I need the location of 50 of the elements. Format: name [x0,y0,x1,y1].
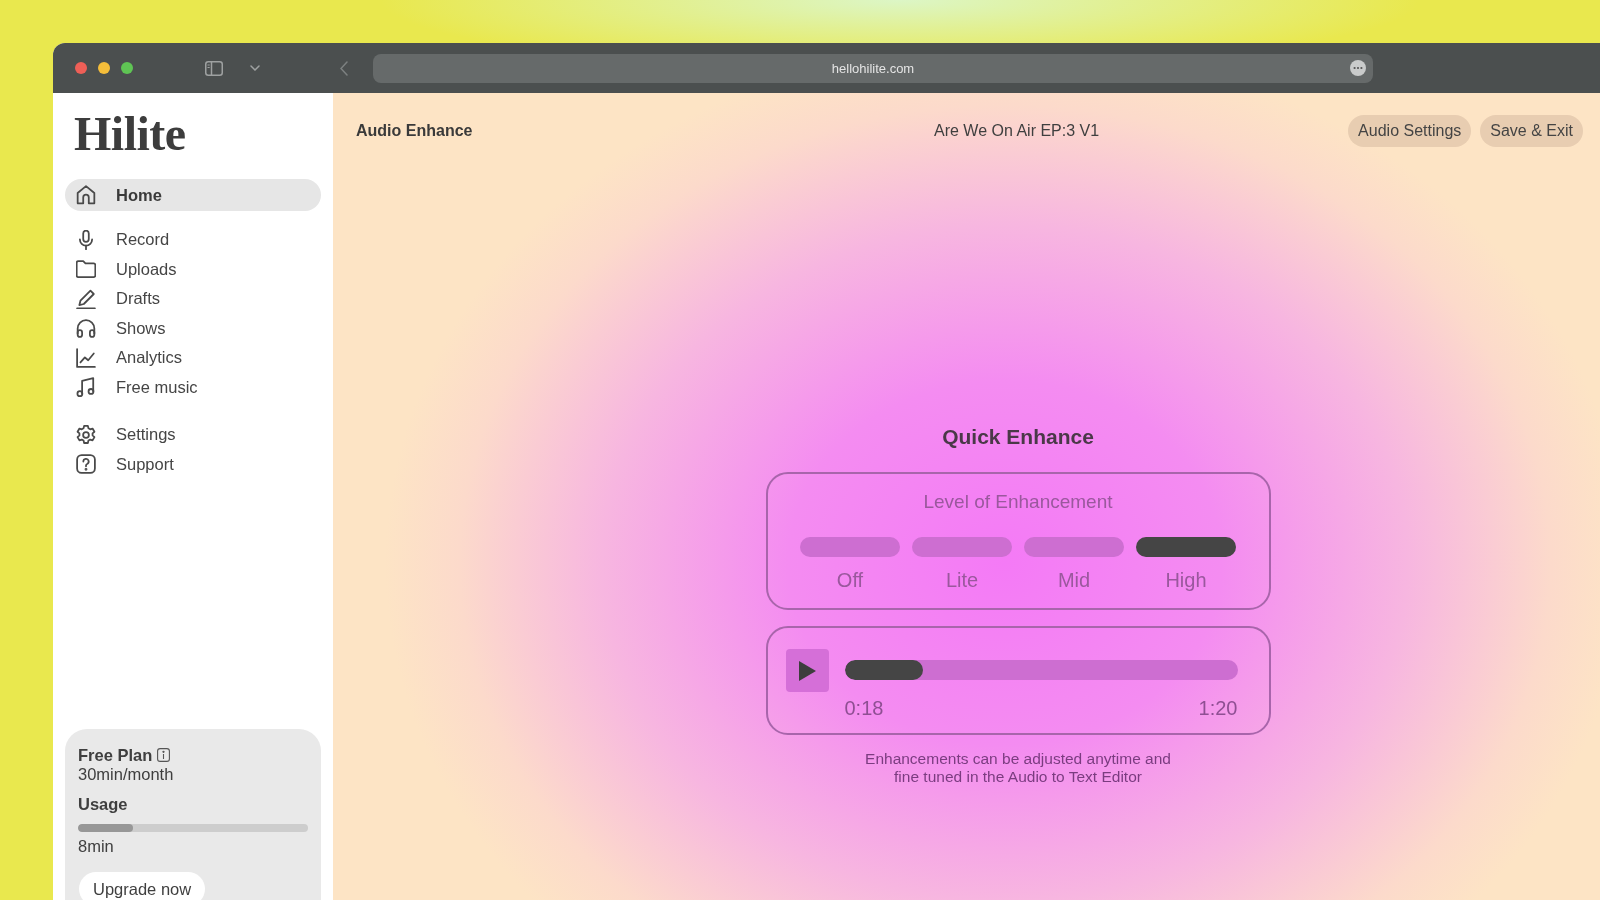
question-icon [76,454,96,475]
microphone-icon [76,229,96,250]
level-label: High [1165,568,1207,592]
project-title: Are We On Air EP:3 V1 [934,122,1100,140]
section-title: Quick Enhance [942,425,1094,449]
play-button[interactable] [785,649,829,692]
total-duration: 1:20 [1198,697,1238,719]
level-label: Lite [945,568,979,592]
nav-item[interactable]: Settings [65,420,321,450]
nav-item[interactable]: Free music [65,372,321,402]
nav-item[interactable]: Uploads [65,254,321,284]
progress-track[interactable] [844,660,1238,680]
pencil-icon [76,288,96,309]
sidebar-toggle-icon[interactable] [205,60,223,76]
header-button[interactable]: Save & Exit [1480,115,1583,147]
level-segment[interactable] [1136,537,1236,557]
level-label: Mid [1057,568,1091,592]
folder-icon [76,259,96,280]
address-bar[interactable]: hellohilite.com [373,53,1373,83]
usage-label: Usage [78,795,129,813]
settings-icon [76,424,96,445]
help-text: Enhancements can be adjusted anytime and fine tuned in the Audio to Text Editor [864,750,1172,786]
home-icon [76,185,96,205]
minimize-button[interactable] [98,62,110,74]
nav-item[interactable]: Home [65,179,321,211]
nav-item[interactable]: Shows [65,313,321,343]
logo-text: Hilite [74,108,186,160]
headphones-icon [76,318,96,339]
nav-item[interactable]: Support [65,449,321,479]
music-note-icon [76,377,96,398]
back-icon[interactable] [340,60,348,76]
chevron-down-icon[interactable] [250,65,260,71]
nav-item[interactable]: Drafts [65,284,321,314]
card-title: Level of Enhancement [923,490,1113,514]
header-button[interactable]: Audio Settings [1348,115,1472,147]
maximize-button[interactable] [121,62,133,74]
info-icon[interactable] [157,748,171,762]
nav-item[interactable]: Record [65,225,321,255]
more-icon[interactable] [1350,60,1366,76]
elapsed-time: 0:18 [844,697,884,719]
usage-amount: 8min [78,837,115,855]
level-label: Off [836,568,864,592]
plan-name: Free Plan [78,745,153,765]
play-icon [798,660,816,681]
upgrade-button[interactable]: Upgrade now [79,872,206,900]
page-title: Audio Enhance [356,122,473,140]
line-chart-icon [76,347,96,368]
close-button[interactable] [75,62,87,74]
nav-item[interactable]: Analytics [65,343,321,373]
plan-allowance: 30min/month [78,765,175,783]
